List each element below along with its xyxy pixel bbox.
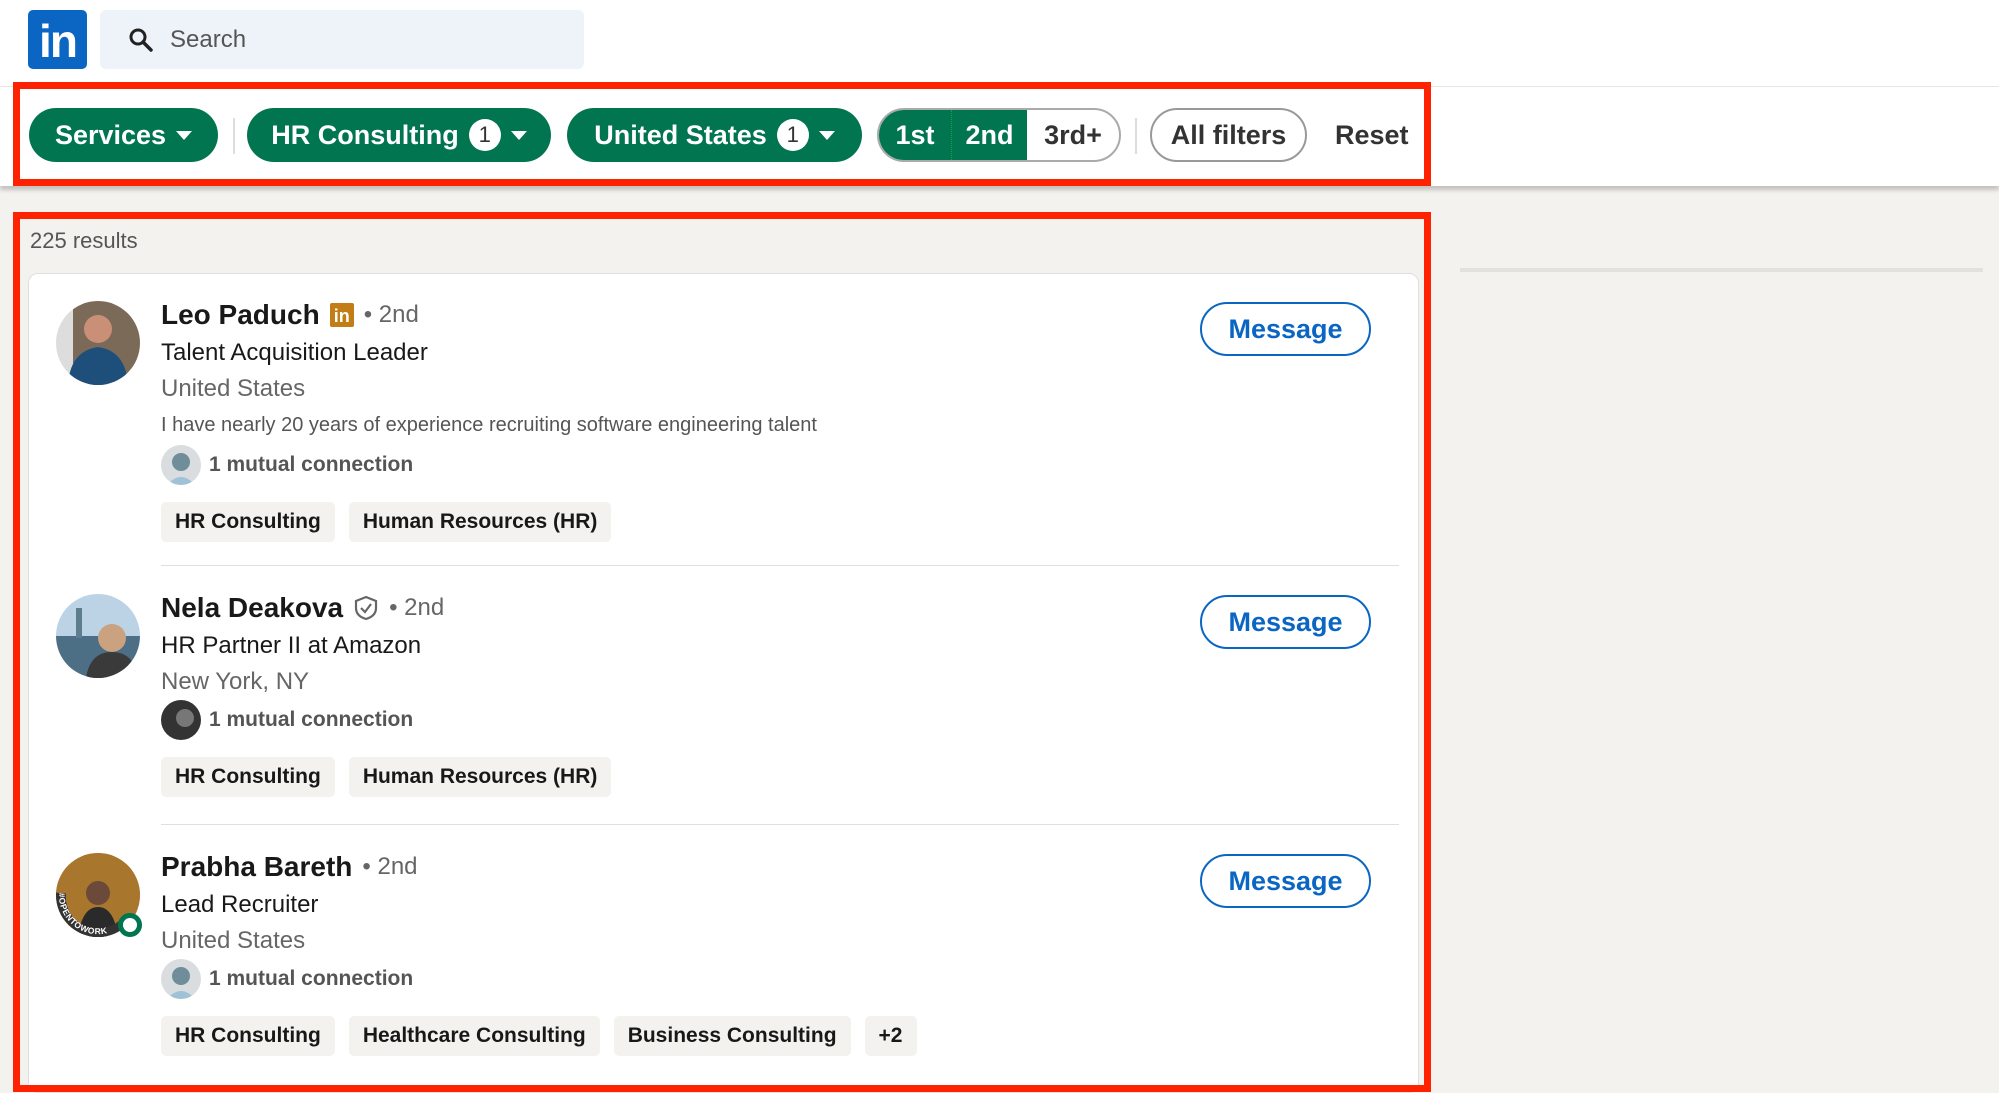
mutual-avatar — [161, 700, 201, 740]
headline: Lead Recruiter — [161, 891, 319, 918]
avatar[interactable] — [56, 594, 140, 678]
verified-shield-icon — [355, 595, 378, 621]
mutual-text: 1 mutual connection — [209, 453, 414, 476]
description: I have nearly 20 years of experience rec… — [161, 414, 817, 436]
caret-down-icon — [818, 130, 835, 140]
service-tag: Human Resources (HR) — [348, 502, 612, 542]
search-icon — [129, 28, 153, 52]
degree-2nd[interactable]: 2nd — [951, 110, 1027, 160]
more-tags[interactable]: +2 — [864, 1016, 917, 1056]
hr-consulting-filter[interactable]: HR Consulting 1 — [247, 108, 551, 162]
list-item: Leo Paduch in • 2nd Talent Acquisition L… — [56, 299, 1371, 542]
linkedin-logo[interactable]: in — [28, 10, 87, 69]
connection-degree: • 2nd — [363, 301, 419, 328]
location: United States — [161, 927, 306, 954]
service-tag: Human Resources (HR) — [348, 757, 612, 797]
person-name[interactable]: Prabha Bareth — [161, 851, 352, 883]
results-count: 225 results — [30, 228, 138, 253]
mutual-connections[interactable]: 1 mutual connection — [161, 444, 1161, 486]
search-input[interactable]: Search — [100, 10, 584, 69]
open-to-work-icon — [118, 913, 142, 937]
location: New York, NY — [161, 668, 310, 695]
service-tag: HR Consulting — [161, 1016, 335, 1056]
service-tag: HR Consulting — [161, 502, 335, 542]
person-name[interactable]: Leo Paduch — [161, 299, 320, 331]
divider — [161, 824, 1399, 825]
top-nav: in Search — [0, 0, 1999, 86]
reset-button[interactable]: Reset — [1335, 108, 1409, 162]
avatar[interactable] — [56, 301, 140, 385]
mutual-connections[interactable]: 1 mutual connection — [161, 699, 1161, 741]
headline: Talent Acquisition Leader — [161, 339, 428, 366]
filter-label: United States — [594, 119, 767, 150]
caret-down-icon — [510, 130, 527, 140]
message-button[interactable]: Message — [1200, 854, 1371, 908]
search-placeholder: Search — [170, 26, 247, 53]
count-badge: 1 — [468, 119, 501, 151]
filter-label: HR Consulting — [271, 119, 459, 150]
service-tag: Business Consulting — [613, 1016, 851, 1056]
degree-3rd[interactable]: 3rd+ — [1027, 110, 1119, 160]
connection-degree: • 2nd — [362, 853, 418, 880]
mutual-connections[interactable]: 1 mutual connection — [161, 958, 1161, 1000]
degree-1st[interactable]: 1st — [879, 110, 951, 160]
mutual-avatar — [161, 445, 201, 485]
mutual-avatar — [161, 959, 201, 999]
location-filter[interactable]: United States 1 — [567, 108, 862, 162]
connection-degree: • 2nd — [389, 594, 445, 621]
list-item: Nela Deakova • 2nd HR Partner II at Amaz… — [56, 592, 1371, 797]
linkedin-premium-icon: in — [329, 303, 354, 327]
mutual-text: 1 mutual connection — [209, 967, 414, 990]
services-filter[interactable]: Services — [29, 108, 218, 162]
sidebar-placeholder — [1460, 268, 1983, 272]
count-badge: 1 — [776, 119, 809, 151]
list-item: #OPENTOWORK Prabha Bareth • 2nd Lead Rec… — [53, 851, 1371, 1056]
person-name[interactable]: Nela Deakova — [161, 592, 343, 624]
caret-down-icon — [176, 130, 193, 140]
headline: HR Partner II at Amazon — [161, 632, 422, 659]
mutual-text: 1 mutual connection — [209, 708, 414, 731]
service-tag: Healthcare Consulting — [348, 1016, 600, 1056]
service-tag: HR Consulting — [161, 757, 335, 797]
message-button[interactable]: Message — [1200, 302, 1371, 356]
all-filters-button[interactable]: All filters — [1150, 108, 1307, 162]
divider — [1135, 118, 1137, 154]
location: United States — [161, 375, 306, 402]
message-button[interactable]: Message — [1200, 595, 1371, 649]
divider — [161, 565, 1399, 566]
services-label: Services — [54, 119, 167, 150]
avatar[interactable]: #OPENTOWORK — [53, 853, 142, 941]
connection-degree-filter: 1st 2nd 3rd+ — [877, 108, 1121, 162]
divider — [233, 118, 235, 154]
